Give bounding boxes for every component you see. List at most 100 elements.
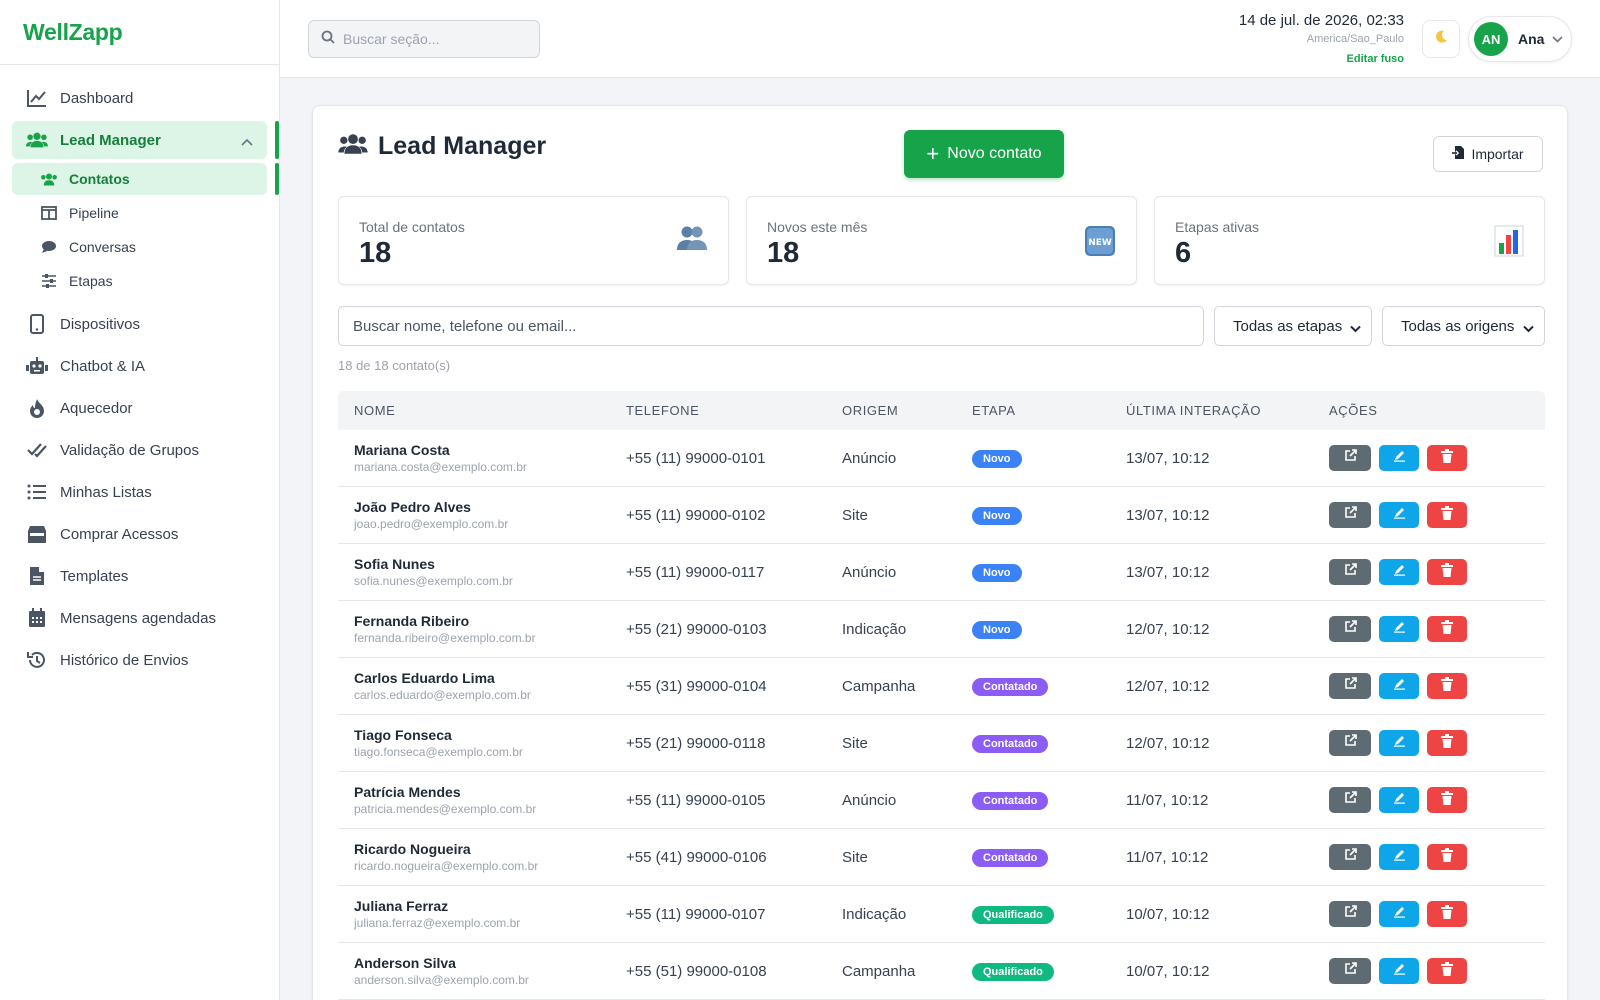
cell-contact: Sofia Nunes sofia.nunes@exemplo.com.br [338,556,626,588]
open-contact-button[interactable] [1329,445,1371,471]
column-header-last-interaction: ÚLTIMA INTERAÇÃO [1126,403,1262,418]
edit-contact-button[interactable] [1379,616,1419,642]
current-datetime: 14 de jul. de 2026, 02:33 [1238,12,1404,29]
open-contact-button[interactable] [1329,616,1371,642]
delete-contact-button[interactable] [1427,559,1467,585]
edit-contact-button[interactable] [1379,445,1419,471]
logo[interactable]: WellZapp [0,0,279,65]
section-search[interactable] [308,20,540,58]
open-contact-button[interactable] [1329,844,1371,870]
delete-contact-button[interactable] [1427,502,1467,528]
open-contact-button[interactable] [1329,787,1371,813]
trash-icon [1441,961,1453,981]
edit-contact-button[interactable] [1379,673,1419,699]
cell-origin: Campanha [842,677,916,695]
table-row[interactable]: Fernanda Ribeiro fernanda.ribeiro@exempl… [338,601,1545,658]
table-row[interactable]: Sofia Nunes sofia.nunes@exemplo.com.br +… [338,544,1545,601]
edit-contact-button[interactable] [1379,787,1419,813]
sidebar-item-validacao[interactable]: Validação de Grupos [12,431,267,469]
edit-contact-button[interactable] [1379,901,1419,927]
delete-contact-button[interactable] [1427,901,1467,927]
pencil-icon [1393,677,1406,695]
cell-phone: +55 (21) 99000-0118 [626,734,766,752]
import-button[interactable]: Importar [1433,136,1543,172]
open-contact-button[interactable] [1329,673,1371,699]
stat-label: Total de contatos [359,219,465,235]
table-row[interactable]: Patrícia Mendes patricia.mendes@exemplo.… [338,772,1545,829]
cell-contact: Anderson Silva anderson.silva@exemplo.co… [338,955,626,987]
sidebar-item-conversas[interactable]: Conversas [12,231,267,263]
delete-contact-button[interactable] [1427,844,1467,870]
table-row[interactable]: Ricardo Nogueira ricardo.nogueira@exempl… [338,829,1545,886]
theme-toggle-button[interactable] [1422,20,1460,58]
delete-contact-button[interactable] [1427,730,1467,756]
contact-email: anderson.silva@exemplo.com.br [354,973,529,987]
open-contact-button[interactable] [1329,901,1371,927]
origin-filter-select[interactable]: Todas as origens [1382,306,1545,346]
sidebar-item-lead-manager[interactable]: Lead Manager [12,121,279,159]
svg-text:NEW: NEW [1088,238,1112,248]
cell-origin: Anúncio [842,791,897,809]
list-icon [26,481,48,503]
contact-name: Ricardo Nogueira [354,841,471,857]
stage-filter-select[interactable]: Todas as etapas [1214,306,1372,346]
open-contact-button[interactable] [1329,730,1371,756]
sidebar-item-listas[interactable]: Minhas Listas [12,473,267,511]
columns-icon [40,204,58,222]
pencil-icon [1393,848,1406,866]
cell-last-interaction: 10/07, 10:12 [1126,905,1210,923]
cell-actions [1329,673,1545,699]
sidebar-item-dispositivos[interactable]: Dispositivos [12,305,267,343]
trash-icon [1441,505,1453,525]
open-contact-button[interactable] [1329,559,1371,585]
section-search-input[interactable] [343,31,533,47]
cell-origin: Campanha [842,962,916,980]
open-contact-button[interactable] [1329,958,1371,984]
delete-contact-button[interactable] [1427,673,1467,699]
sidebar-item-historico[interactable]: Histórico de Envios [12,641,267,679]
stat-new-this-month: Novos este mês 18 NEW [746,196,1137,285]
sidebar-item-mensagens[interactable]: Mensagens agendadas [12,599,267,637]
sidebar-item-contatos[interactable]: Contatos [12,163,279,195]
cell-actions [1329,730,1545,756]
pencil-icon [1393,791,1406,809]
new-contact-button[interactable]: + Novo contato [904,130,1064,178]
edit-timezone-link[interactable]: Editar fuso [1239,53,1404,65]
trash-icon [1441,448,1453,468]
sidebar-item-etapas[interactable]: Etapas [12,265,267,297]
sidebar-item-dashboard[interactable]: Dashboard [12,79,267,117]
stage-badge: Novo [972,563,1022,582]
origin-filter-value: Todas as origens [1401,317,1515,335]
stage-badge: Contatado [972,734,1049,753]
edit-contact-button[interactable] [1379,502,1419,528]
edit-contact-button[interactable] [1379,559,1419,585]
table-row[interactable]: Anderson Silva anderson.silva@exemplo.co… [338,943,1545,1000]
trash-icon [1441,562,1453,582]
edit-contact-button[interactable] [1379,958,1419,984]
table-row[interactable]: Mariana Costa mariana.costa@exemplo.com.… [338,430,1545,487]
moon-icon [1433,29,1449,50]
delete-contact-button[interactable] [1427,616,1467,642]
open-contact-button[interactable] [1329,502,1371,528]
edit-contact-button[interactable] [1379,844,1419,870]
cell-actions [1329,616,1545,642]
sidebar-item-chatbot[interactable]: Chatbot & IA [12,347,267,385]
user-menu[interactable]: AN Ana [1468,16,1572,62]
users-icon [40,170,58,188]
table-row[interactable]: Juliana Ferraz juliana.ferraz@exemplo.co… [338,886,1545,943]
table-row[interactable]: João Pedro Alves joao.pedro@exemplo.com.… [338,487,1545,544]
chevron-down-icon [1523,320,1534,337]
edit-contact-button[interactable] [1379,730,1419,756]
sidebar-item-comprar[interactable]: Comprar Acessos [12,515,267,553]
cell-phone: +55 (51) 99000-0108 [626,962,767,980]
sidebar-item-pipeline[interactable]: Pipeline [12,197,267,229]
sidebar-item-aquecedor[interactable]: Aquecedor [12,389,267,427]
contact-search-input[interactable] [338,306,1204,346]
cell-origin: Site [842,506,868,524]
table-row[interactable]: Tiago Fonseca tiago.fonseca@exemplo.com.… [338,715,1545,772]
delete-contact-button[interactable] [1427,787,1467,813]
delete-contact-button[interactable] [1427,958,1467,984]
delete-contact-button[interactable] [1427,445,1467,471]
table-row[interactable]: Carlos Eduardo Lima carlos.eduardo@exemp… [338,658,1545,715]
sidebar-item-templates[interactable]: Templates [12,557,267,595]
